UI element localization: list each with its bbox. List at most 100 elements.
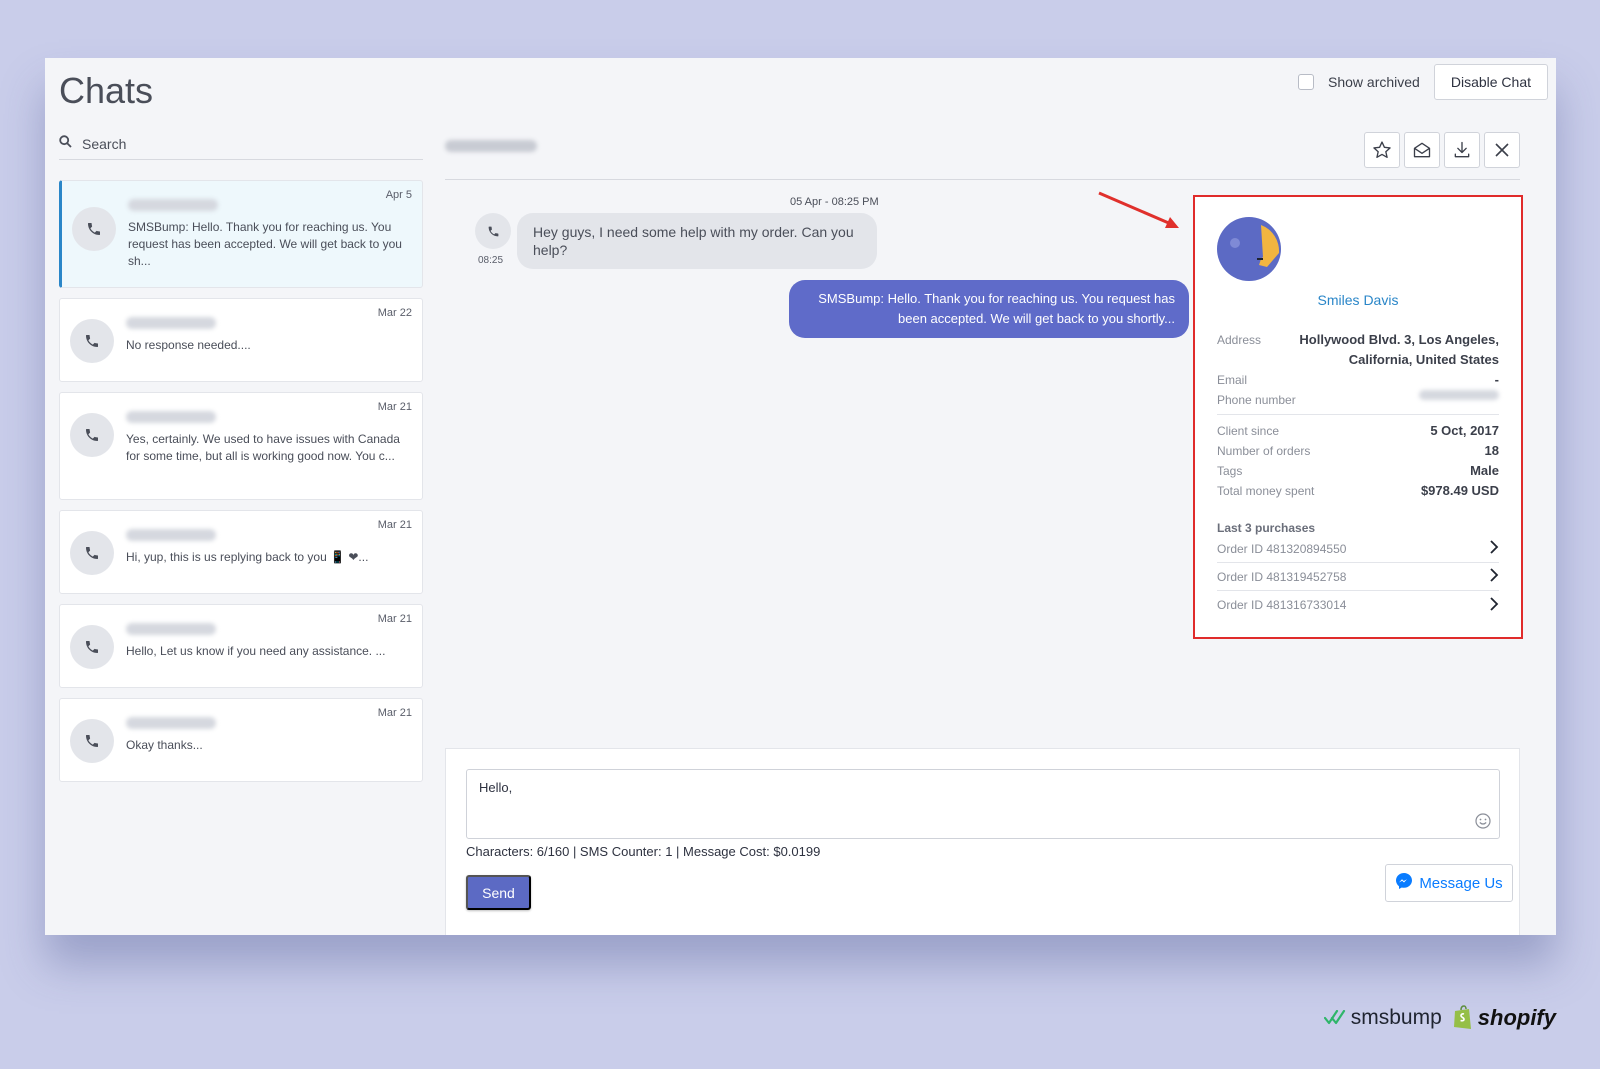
chat-item[interactable]: Mar 21 Okay thanks... — [59, 698, 423, 782]
email-row: Email - — [1217, 370, 1499, 390]
chat-preview: Yes, certainly. We used to have issues w… — [126, 432, 400, 463]
show-archived-label[interactable]: Show archived — [1328, 74, 1420, 90]
chat-preview: SMSBump: Hello. Thank you for reaching u… — [128, 220, 402, 268]
conversation-phone-number — [445, 140, 537, 152]
message-us-label: Message Us — [1419, 874, 1503, 892]
chat-preview: Hi, yup, this is us replying back to you… — [126, 550, 369, 564]
chat-date: Mar 21 — [377, 613, 412, 625]
chat-date: Mar 21 — [377, 707, 412, 719]
conversation-actions — [1364, 132, 1520, 168]
annotation-arrow — [1098, 191, 1179, 228]
spent-value: $978.49 USD — [1420, 483, 1499, 498]
address-label: Address — [1217, 333, 1262, 347]
chat-preview: No response needed.... — [126, 338, 251, 352]
phone-icon — [70, 719, 114, 763]
order-link[interactable]: Order ID 481316733014 — [1217, 591, 1499, 619]
tags-value: Male — [1470, 463, 1499, 478]
show-archived-checkbox[interactable] — [1298, 74, 1315, 90]
chat-date: Apr 5 — [385, 189, 412, 201]
address-value: Hollywood Blvd. 3, Los Angeles, Californ… — [1299, 332, 1499, 367]
customer-details: Address Hollywood Blvd. 3, Los Angeles, … — [1217, 330, 1499, 501]
order-link[interactable]: Order ID 481320894550 — [1217, 535, 1499, 563]
search-bar[interactable]: Search — [59, 128, 423, 160]
download-icon[interactable] — [1444, 132, 1480, 168]
customer-info-card: Smiles Davis Address Hollywood Blvd. 3, … — [1193, 195, 1523, 639]
tags-label: Tags — [1217, 464, 1243, 478]
phone-icon — [70, 413, 114, 457]
emoji-icon[interactable] — [1475, 813, 1491, 832]
phone-label: Phone number — [1217, 393, 1296, 407]
star-icon[interactable] — [1364, 132, 1400, 168]
email-value: - — [1494, 372, 1499, 387]
incoming-message-time: 08:25 — [478, 255, 504, 266]
chat-date: Mar 22 — [377, 307, 412, 319]
chat-item[interactable]: Mar 21 Hello, Let us know if you need an… — [59, 604, 423, 688]
orders-label: Number of orders — [1217, 444, 1311, 458]
chat-phone-number — [126, 411, 216, 423]
chat-phone-number — [126, 317, 216, 329]
incoming-message: Hey guys, I need some help with my order… — [517, 213, 877, 269]
search-icon — [59, 134, 72, 153]
chat-preview: Hello, Let us know if you need any assis… — [126, 644, 386, 658]
branding: smsbump shopify — [1323, 1005, 1556, 1031]
sms-counter: Characters: 6/160 | SMS Counter: 1 | Mes… — [466, 844, 821, 859]
close-icon[interactable] — [1484, 132, 1520, 168]
search-input[interactable]: Search — [82, 136, 126, 152]
client-since-label: Client since — [1217, 424, 1280, 438]
chat-preview: Okay thanks... — [126, 738, 203, 752]
purchases-title: Last 3 purchases — [1217, 521, 1316, 535]
archive-icon[interactable] — [1404, 132, 1440, 168]
customer-name[interactable]: Smiles Davis — [1217, 292, 1499, 308]
outgoing-message: SMSBump: Hello. Thank you for reaching u… — [789, 280, 1189, 338]
chat-item[interactable]: Mar 21 Yes, certainly. We used to have i… — [59, 392, 423, 500]
smsbump-wordmark: smsbump — [1350, 1006, 1442, 1029]
phone-icon — [70, 531, 114, 575]
chat-phone-number — [128, 199, 218, 211]
order-link[interactable]: Order ID 481319452758 — [1217, 563, 1499, 591]
chat-date: Mar 21 — [377, 401, 412, 413]
orders-value: 18 — [1484, 443, 1499, 458]
order-label: Order ID 481316733014 — [1217, 598, 1347, 612]
chevron-right-icon — [1489, 596, 1499, 614]
spent-label: Total money spent — [1217, 484, 1315, 498]
order-label: Order ID 481319452758 — [1217, 569, 1347, 584]
phone-value-redacted — [1419, 390, 1499, 400]
phone-icon — [72, 207, 116, 251]
conversation-header — [445, 130, 1520, 180]
client-since-row: Client since 5 Oct, 2017 — [1217, 421, 1499, 441]
orders-row: Number of orders 18 — [1217, 441, 1499, 461]
spent-row: Total money spent $978.49 USD — [1217, 481, 1499, 501]
order-label: Order ID 481320894550 — [1217, 541, 1347, 556]
chevron-right-icon — [1489, 568, 1499, 585]
purchases-list: Order ID 481320894550 Order ID 481319452… — [1217, 535, 1499, 619]
top-actions: Show archived Disable Chat — [1298, 64, 1548, 100]
divider — [1217, 414, 1499, 415]
address-row: Address Hollywood Blvd. 3, Los Angeles, … — [1217, 330, 1499, 370]
message-input-value: Hello, — [479, 780, 513, 795]
client-since-value: 5 Oct, 2017 — [1430, 423, 1499, 438]
messenger-icon — [1395, 872, 1413, 894]
chat-item[interactable]: Apr 5 SMSBump: Hello. Thank you for reac… — [59, 180, 423, 288]
message-timestamp: 05 Apr - 08:25 PM — [790, 196, 879, 208]
message-composer: Hello, Characters: 6/160 | SMS Counter: … — [445, 748, 1520, 935]
email-label: Email — [1217, 373, 1248, 387]
chat-phone-number — [126, 529, 216, 541]
smsbump-logo: smsbump — [1323, 1006, 1442, 1030]
phone-icon — [70, 625, 114, 669]
phone-row: Phone number — [1217, 390, 1499, 410]
chat-phone-number — [126, 717, 216, 729]
chat-list: Apr 5 SMSBump: Hello. Thank you for reac… — [59, 180, 423, 792]
message-input[interactable]: Hello, — [466, 769, 1500, 839]
phone-icon — [70, 319, 114, 363]
chat-app-window: Chats Show archived Disable Chat Search … — [45, 58, 1556, 935]
chat-item[interactable]: Mar 22 No response needed.... — [59, 298, 423, 382]
message-us-button[interactable]: Message Us — [1385, 864, 1513, 902]
customer-avatar — [1217, 217, 1281, 281]
phone-icon — [475, 213, 511, 249]
chat-phone-number — [126, 623, 216, 635]
disable-chat-button[interactable]: Disable Chat — [1433, 64, 1548, 100]
chat-item[interactable]: Mar 21 Hi, yup, this is us replying back… — [59, 510, 423, 594]
send-button[interactable]: Send — [466, 875, 531, 910]
shopify-bag-icon — [1453, 1005, 1471, 1029]
tags-row: Tags Male — [1217, 461, 1499, 481]
